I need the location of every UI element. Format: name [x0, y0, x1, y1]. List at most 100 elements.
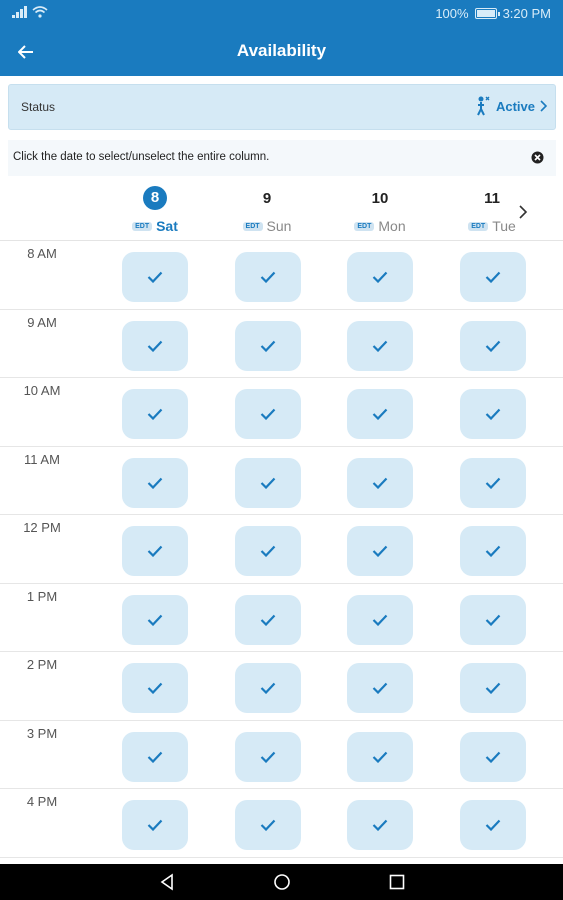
checkmark-icon: [485, 751, 501, 763]
time-slot-toggle[interactable]: [235, 526, 301, 576]
chevron-right-icon: [540, 100, 547, 112]
time-slot-toggle[interactable]: [235, 663, 301, 713]
time-slot-toggle[interactable]: [235, 252, 301, 302]
checkmark-icon: [485, 819, 501, 831]
time-slot-toggle[interactable]: [122, 389, 188, 439]
day-name: Sun: [266, 218, 292, 234]
back-triangle-icon[interactable]: [157, 872, 177, 892]
hour-row: 9 AM: [0, 310, 563, 378]
time-slot-toggle[interactable]: [347, 663, 413, 713]
time-slot-toggle[interactable]: [235, 320, 301, 371]
time-slot-toggle[interactable]: [347, 526, 413, 576]
info-banner: Click the date to select/unselect the en…: [8, 140, 556, 176]
chevron-right-icon[interactable]: [513, 202, 533, 222]
checkmark-icon: [485, 682, 501, 694]
checkmark-icon: [147, 408, 163, 420]
checkmark-icon: [372, 614, 388, 626]
checkmark-icon: [147, 682, 163, 694]
hour-row: 1 PM: [0, 584, 563, 652]
time-slot-toggle[interactable]: [347, 389, 413, 439]
time-slot-toggle[interactable]: [122, 457, 188, 508]
time-slot-toggle[interactable]: [347, 320, 413, 371]
time-slot-toggle[interactable]: [460, 594, 526, 645]
hour-row: 2 PM: [0, 652, 563, 721]
status-row[interactable]: Status Active: [8, 84, 556, 130]
checkmark-icon: [260, 751, 276, 763]
time-slot-toggle[interactable]: [460, 663, 526, 713]
hour-label: 11 AM: [24, 451, 60, 467]
hour-row: 3 PM: [0, 721, 563, 789]
time-slot-toggle[interactable]: [235, 594, 301, 645]
day-number: 10: [371, 189, 389, 207]
time-slot-toggle[interactable]: [122, 594, 188, 645]
checkmark-icon: [372, 545, 388, 557]
day-number: 11: [484, 189, 500, 207]
time-slot-toggle[interactable]: [460, 800, 526, 850]
hour-row: 10 AM: [0, 378, 563, 447]
time-slot-toggle[interactable]: [235, 389, 301, 439]
time-slot-toggle[interactable]: [122, 663, 188, 713]
time-slot-toggle[interactable]: [460, 320, 526, 371]
time-slot-toggle[interactable]: [460, 731, 526, 782]
checkmark-icon: [485, 340, 501, 352]
hour-row: 4 PM: [0, 789, 563, 858]
hour-label: 4 PM: [26, 794, 58, 809]
time-slot-toggle[interactable]: [235, 800, 301, 850]
time-slot-toggle[interactable]: [347, 594, 413, 645]
checkmark-icon: [147, 819, 163, 831]
time-slot-toggle[interactable]: [460, 389, 526, 439]
checkmark-icon: [147, 751, 163, 763]
time-slot-toggle[interactable]: [122, 731, 188, 782]
recents-square-icon[interactable]: [387, 872, 407, 892]
wifi-icon: [32, 6, 48, 18]
checkmark-icon: [485, 545, 501, 557]
checkmark-icon: [147, 271, 163, 283]
time-slot-toggle[interactable]: [235, 731, 301, 782]
time-slot-toggle[interactable]: [122, 252, 188, 302]
hour-label: 12 PM: [23, 520, 61, 535]
timezone-badge: EDT: [354, 221, 375, 231]
checkmark-icon: [147, 545, 163, 557]
time-slot-toggle[interactable]: [460, 457, 526, 508]
checkmark-icon: [372, 408, 388, 420]
hour-label: 10 AM: [23, 383, 61, 398]
checkmark-icon: [260, 271, 276, 283]
system-nav-bar: [0, 864, 563, 900]
checkmark-icon: [260, 477, 276, 489]
time-slot-toggle[interactable]: [347, 252, 413, 302]
checkmark-icon: [260, 340, 276, 352]
time-slot-toggle[interactable]: [347, 731, 413, 782]
checkmark-icon: [485, 408, 501, 420]
time-slot-toggle[interactable]: [122, 800, 188, 850]
day-column-header[interactable]: 9 EDT Sun: [232, 186, 302, 238]
hour-label: 2 PM: [26, 657, 58, 672]
time-slot-toggle[interactable]: [122, 526, 188, 576]
checkmark-icon: [372, 682, 388, 694]
time-slot-toggle[interactable]: [347, 457, 413, 508]
info-text: Click the date to select/unselect the en…: [13, 151, 270, 163]
availability-grid: 8 AM 9 AM 10 AM 11 AM 12 PM 1 PM 2 PM 3 PM 4 PM: [0, 241, 563, 864]
status-value-text: Active: [495, 98, 535, 114]
home-circle-icon[interactable]: [272, 872, 292, 892]
checkmark-icon: [485, 477, 501, 489]
time-slot-toggle[interactable]: [235, 457, 301, 508]
hour-label: 1 PM: [26, 588, 58, 604]
day-name: Mon: [378, 218, 406, 234]
checkmark-icon: [260, 819, 276, 831]
status-value[interactable]: Active: [474, 95, 547, 117]
close-icon[interactable]: [531, 151, 544, 164]
day-column-header[interactable]: 10 EDT Mon: [345, 186, 415, 238]
checkmark-icon: [372, 477, 388, 489]
day-column-header[interactable]: 8 EDT Sat: [120, 186, 190, 238]
connectivity-icons: [12, 6, 48, 18]
checkmark-icon: [147, 340, 163, 352]
checkmark-icon: [372, 751, 388, 763]
timezone-badge: EDT: [242, 221, 263, 231]
battery-icon: [474, 8, 500, 19]
day-number: 8: [143, 186, 167, 210]
time-slot-toggle[interactable]: [460, 526, 526, 576]
checkmark-icon: [260, 408, 276, 420]
time-slot-toggle[interactable]: [122, 320, 188, 371]
time-slot-toggle[interactable]: [347, 800, 413, 850]
time-slot-toggle[interactable]: [460, 252, 526, 302]
